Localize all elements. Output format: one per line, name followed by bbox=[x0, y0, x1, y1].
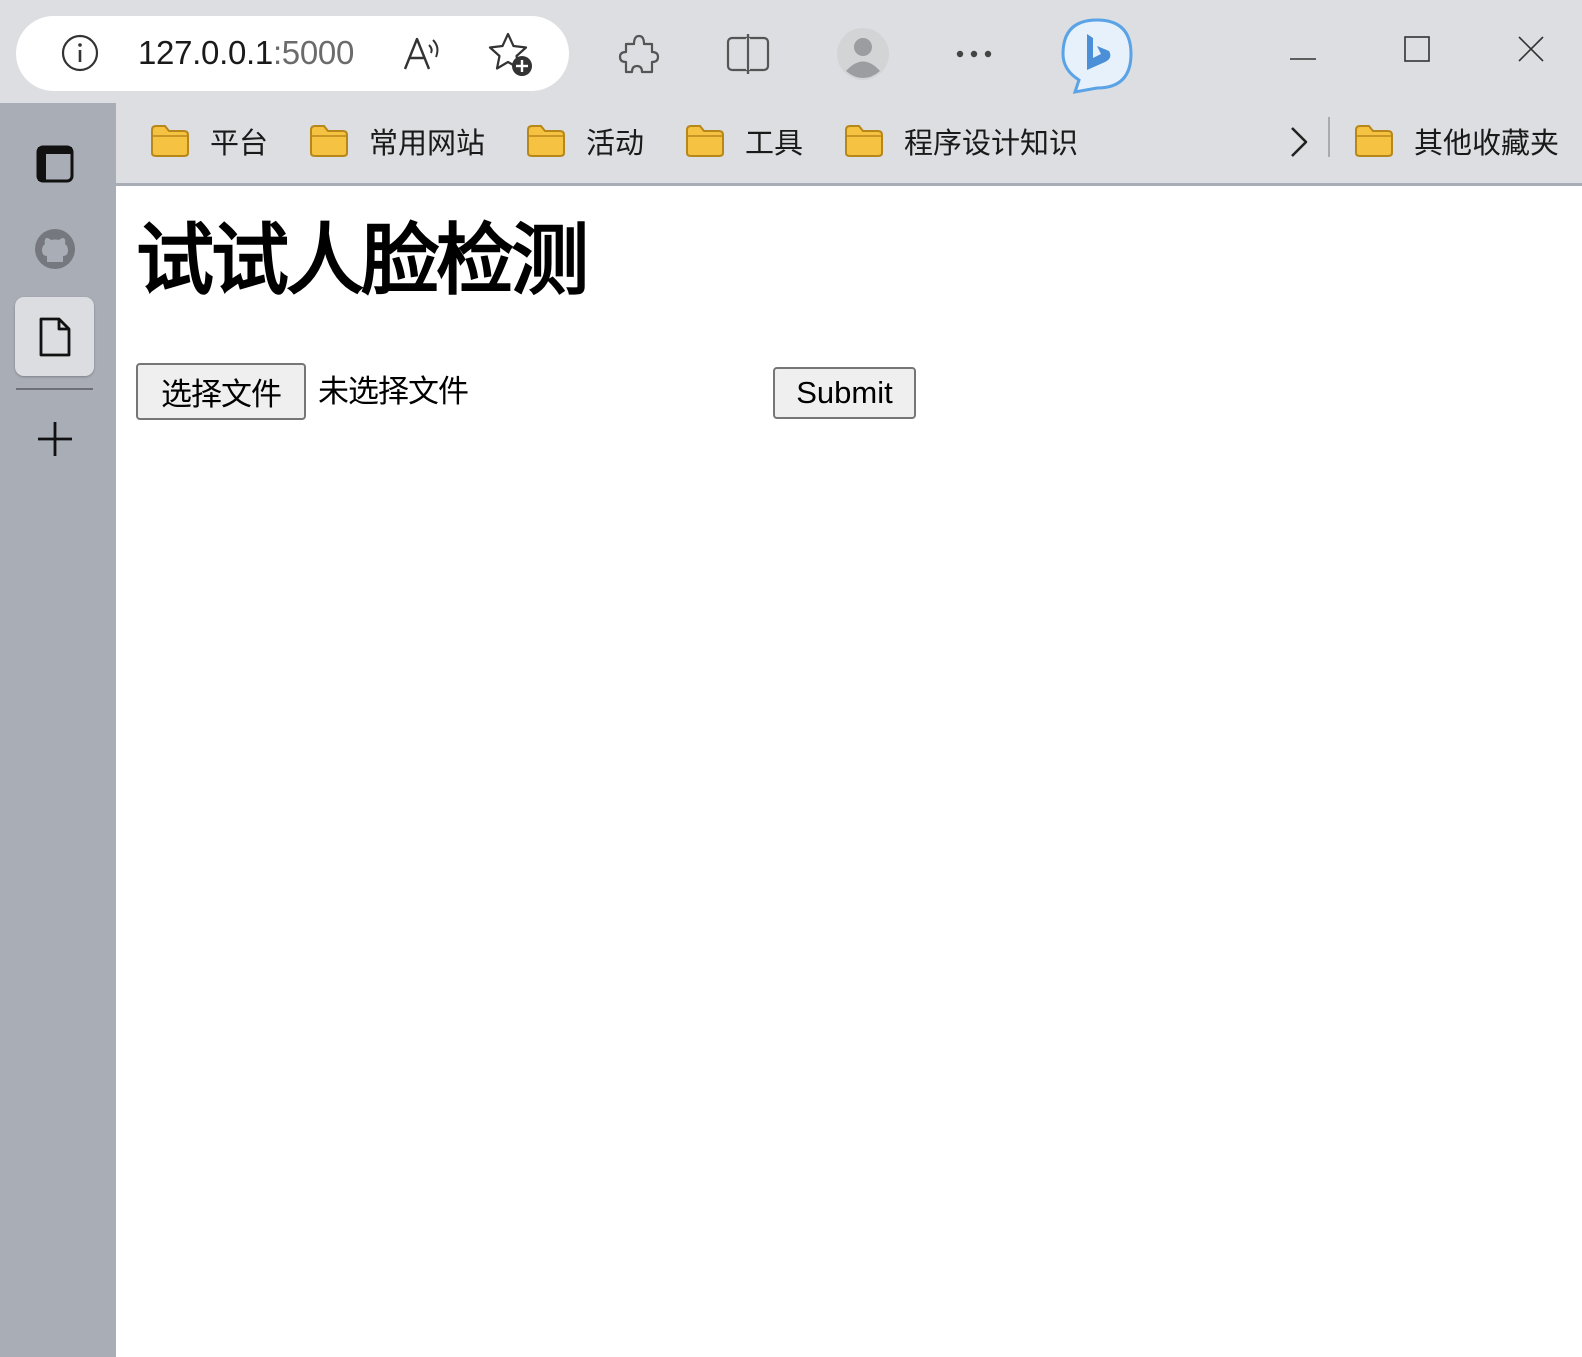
other-favorites-label: 其他收藏夹 bbox=[1414, 126, 1560, 160]
folder-icon bbox=[845, 125, 883, 157]
submit-button[interactable]: Submit bbox=[773, 367, 916, 419]
extensions-icon[interactable] bbox=[618, 32, 660, 80]
favorites-separator bbox=[1328, 117, 1330, 157]
folder-icon bbox=[686, 125, 724, 157]
maximize-icon[interactable] bbox=[1404, 36, 1430, 66]
more-icon[interactable] bbox=[954, 46, 994, 65]
folder-icon bbox=[151, 125, 189, 157]
choose-file-button[interactable]: 选择文件 bbox=[136, 363, 306, 420]
page-content: 试试人脸检测 选择文件 未选择文件 Submit bbox=[116, 186, 1582, 1357]
profile-avatar[interactable] bbox=[837, 28, 889, 84]
page-title: 试试人脸检测 bbox=[136, 216, 589, 306]
favorites-bar: 平台 常用网站 活动 工具 程序设计知识 其他收藏夹 bbox=[116, 103, 1582, 186]
tab-actions-icon bbox=[36, 145, 73, 182]
address-bar[interactable]: 127.0.0.1:5000 bbox=[16, 16, 569, 91]
favorite-folder-platform[interactable]: 平台 bbox=[150, 120, 268, 162]
favorite-label: 活动 bbox=[586, 126, 645, 160]
add-icon bbox=[37, 421, 72, 456]
chevron-right-icon[interactable] bbox=[1276, 119, 1320, 165]
browser-sidebar bbox=[0, 103, 116, 1357]
github-icon bbox=[34, 228, 75, 269]
favorite-folder-activities[interactable]: 活动 bbox=[526, 120, 644, 162]
sidebar-divider bbox=[16, 388, 93, 390]
favorite-label: 常用网站 bbox=[369, 126, 486, 160]
document-button[interactable] bbox=[15, 297, 94, 376]
url-host: 127.0.0.1 bbox=[138, 34, 273, 71]
favorite-label: 工具 bbox=[745, 126, 804, 160]
browser-title-bar: 127.0.0.1:5000 bbox=[0, 0, 1582, 103]
favorite-label: 程序设计知识 bbox=[904, 126, 1079, 160]
info-icon[interactable] bbox=[60, 33, 100, 73]
favorite-folder-programming[interactable]: 程序设计知识 bbox=[844, 120, 1078, 162]
add-button[interactable] bbox=[15, 399, 94, 478]
favorite-folder-common-sites[interactable]: 常用网站 bbox=[309, 120, 485, 162]
read-aloud-icon[interactable] bbox=[402, 33, 444, 73]
folder-icon bbox=[1355, 125, 1393, 157]
file-status-text: 未选择文件 bbox=[318, 374, 469, 410]
favorite-folder-tools[interactable]: 工具 bbox=[685, 120, 803, 162]
document-icon bbox=[39, 317, 70, 356]
folder-icon bbox=[310, 125, 348, 157]
other-favorites-folder[interactable]: 其他收藏夹 bbox=[1354, 120, 1559, 162]
favorite-label: 平台 bbox=[210, 126, 269, 160]
split-screen-icon[interactable] bbox=[726, 34, 770, 78]
folder-icon bbox=[527, 125, 565, 157]
add-favorite-icon[interactable] bbox=[486, 30, 536, 78]
tab-actions-button[interactable] bbox=[15, 124, 94, 203]
minimize-icon[interactable] bbox=[1290, 46, 1316, 65]
url-port: :5000 bbox=[272, 34, 355, 71]
github-button[interactable] bbox=[15, 209, 94, 288]
bing-chat-icon[interactable] bbox=[1057, 16, 1137, 100]
url-text[interactable]: 127.0.0.1:5000 bbox=[138, 33, 354, 73]
close-icon[interactable] bbox=[1518, 36, 1544, 66]
